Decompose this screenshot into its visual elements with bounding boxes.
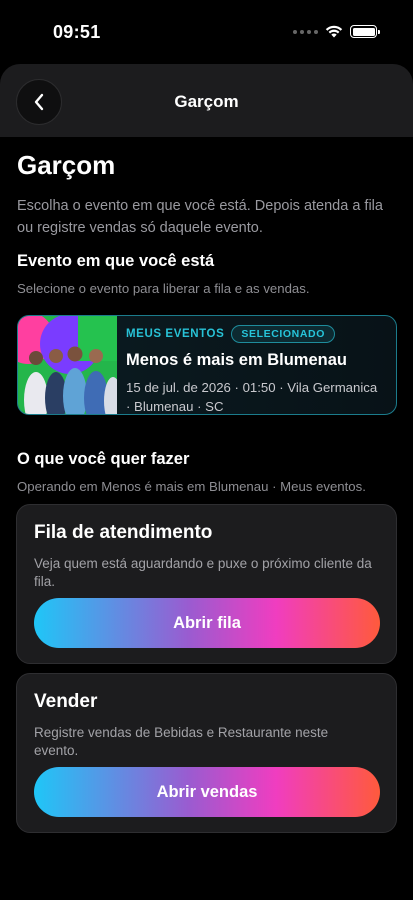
open-sales-button[interactable]: Abrir vendas bbox=[34, 767, 380, 817]
status-bar: 09:51 bbox=[0, 0, 413, 64]
sell-card-description: Registre vendas de Bebidas e Restaurante… bbox=[34, 725, 329, 758]
event-section-title: Evento em que você está bbox=[17, 252, 215, 270]
sell-card: Vender Registre vendas de Bebidas e Rest… bbox=[16, 673, 397, 833]
sell-card-title: Vender bbox=[34, 691, 98, 712]
status-time: 09:51 bbox=[53, 22, 101, 42]
battery-icon bbox=[350, 25, 380, 38]
queue-card-description: Veja quem está aguardando e puxe o próxi… bbox=[34, 556, 372, 589]
open-queue-button[interactable]: Abrir fila bbox=[34, 598, 380, 648]
intro-block: Garçom Escolha o evento em que você está… bbox=[17, 150, 397, 239]
actions-section-title: O que você quer fazer bbox=[17, 450, 190, 468]
nav-header: Garçom bbox=[0, 64, 413, 137]
queue-card-title: Fila de atendimento bbox=[34, 522, 213, 543]
page-title: Garçom bbox=[17, 150, 116, 180]
screen-sheet: Garçom Garçom Escolha o evento em que vo… bbox=[0, 64, 413, 900]
cellular-signal-icon bbox=[293, 29, 318, 34]
actions-section-subtitle: Operando em Menos é mais em Blumenau · M… bbox=[17, 479, 366, 494]
selected-event-card[interactable]: MEUS EVENTOS SELECIONADO Menos é mais em… bbox=[17, 315, 397, 415]
event-name: Menos é mais em Blumenau bbox=[126, 351, 347, 369]
event-section-subtitle: Selecione o evento para liberar a fila e… bbox=[17, 281, 310, 296]
status-icons bbox=[293, 25, 380, 38]
event-tags: MEUS EVENTOS SELECIONADO bbox=[126, 325, 388, 343]
event-category-tag: MEUS EVENTOS bbox=[126, 328, 225, 340]
event-thumbnail bbox=[18, 316, 122, 414]
page-description: Escolha o evento em que você está. Depoi… bbox=[17, 198, 383, 236]
event-section-header: Evento em que você está Selecione o even… bbox=[17, 252, 397, 296]
queue-card: Fila de atendimento Veja quem está aguar… bbox=[16, 504, 397, 664]
event-info: MEUS EVENTOS SELECIONADO Menos é mais em… bbox=[126, 325, 388, 414]
event-meta: 15 de jul. de 2026 · 01:50 · Vila German… bbox=[126, 378, 388, 414]
event-date-venue: 15 de jul. de 2026 · 01:50 · Vila German… bbox=[126, 380, 378, 395]
event-city: · Blumenau · SC bbox=[126, 399, 224, 414]
event-photo-image bbox=[18, 316, 122, 414]
header-title: Garçom bbox=[174, 92, 239, 111]
actions-section-header: O que você quer fazer Operando em Menos … bbox=[17, 450, 397, 494]
wifi-icon bbox=[325, 25, 343, 38]
selected-badge: SELECIONADO bbox=[231, 325, 335, 343]
